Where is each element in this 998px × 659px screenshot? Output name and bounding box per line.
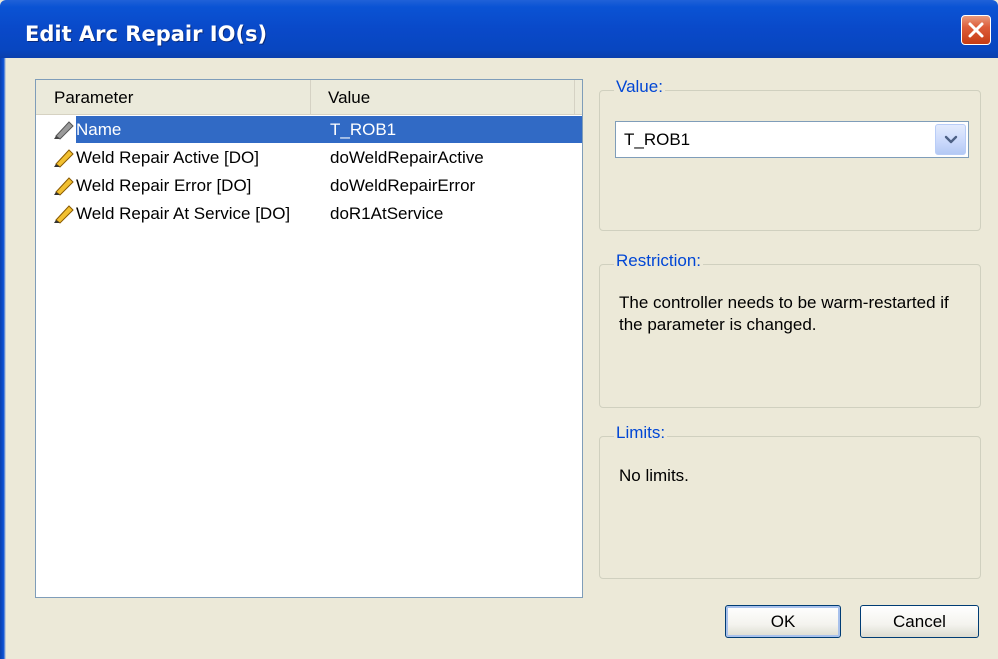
limits-group: Limits: No limits. xyxy=(599,423,981,579)
restriction-text: The controller needs to be warm-restarte… xyxy=(619,292,949,336)
column-header-parameter[interactable]: Parameter xyxy=(36,80,311,114)
window-title: Edit Arc Repair IO(s) xyxy=(25,22,268,46)
value-dropdown-selected: T_ROB1 xyxy=(624,130,691,149)
limits-group-legend: Limits: xyxy=(614,423,668,443)
value-group: Value: T_ROB1 xyxy=(599,77,981,231)
row-parameter: Weld Repair Error [DO] xyxy=(76,176,252,195)
row-value: T_ROB1 xyxy=(330,120,397,139)
close-icon xyxy=(968,22,984,38)
pencil-icon xyxy=(54,205,74,224)
column-header-value[interactable]: Value xyxy=(313,80,575,114)
restriction-group-legend: Restriction: xyxy=(614,251,704,271)
ok-button[interactable]: OK xyxy=(725,605,841,638)
title-bar[interactable]: Edit Arc Repair IO(s) xyxy=(0,0,998,58)
pencil-icon xyxy=(54,149,74,168)
window-frame-left xyxy=(0,58,6,659)
list-row-weld-repair-error[interactable]: Weld Repair Error [DO] doWeldRepairError xyxy=(38,171,582,198)
list-row-name[interactable]: Name T_ROB1 xyxy=(38,115,582,143)
row-parameter: Weld Repair At Service [DO] xyxy=(76,204,291,223)
list-row-weld-repair-at-service[interactable]: Weld Repair At Service [DO] doR1AtServic… xyxy=(38,199,582,226)
row-parameter: Name xyxy=(76,120,122,139)
row-value: doWeldRepairActive xyxy=(330,148,484,167)
row-value: doR1AtService xyxy=(330,204,444,223)
pencil-icon xyxy=(54,177,74,196)
restriction-text-line1: The controller needs to be warm-restarte… xyxy=(619,293,949,312)
list-header: Parameter Value xyxy=(36,80,582,115)
list-row-weld-repair-active[interactable]: Weld Repair Active [DO] doWeldRepairActi… xyxy=(38,143,582,170)
restriction-group: Restriction: The controller needs to be … xyxy=(599,251,981,408)
row-parameter: Weld Repair Active [DO] xyxy=(76,148,259,167)
limits-text: No limits. xyxy=(619,466,689,485)
parameter-list[interactable]: Parameter Value Name T_ROB1 Weld Repair … xyxy=(35,79,583,598)
chevron-down-icon xyxy=(944,135,957,143)
close-button[interactable] xyxy=(961,15,991,45)
value-group-legend: Value: xyxy=(614,77,665,97)
row-value: doWeldRepairError xyxy=(330,176,476,195)
edit-arc-repair-dialog: Edit Arc Repair IO(s) Parameter Value Na… xyxy=(0,0,998,659)
cancel-button[interactable]: Cancel xyxy=(860,605,979,638)
selection-highlight xyxy=(76,116,582,143)
restriction-text-line2: the parameter is changed. xyxy=(619,315,817,334)
value-dropdown[interactable]: T_ROB1 xyxy=(615,121,969,158)
pencil-icon xyxy=(54,121,74,140)
dropdown-arrow-button[interactable] xyxy=(935,124,966,155)
